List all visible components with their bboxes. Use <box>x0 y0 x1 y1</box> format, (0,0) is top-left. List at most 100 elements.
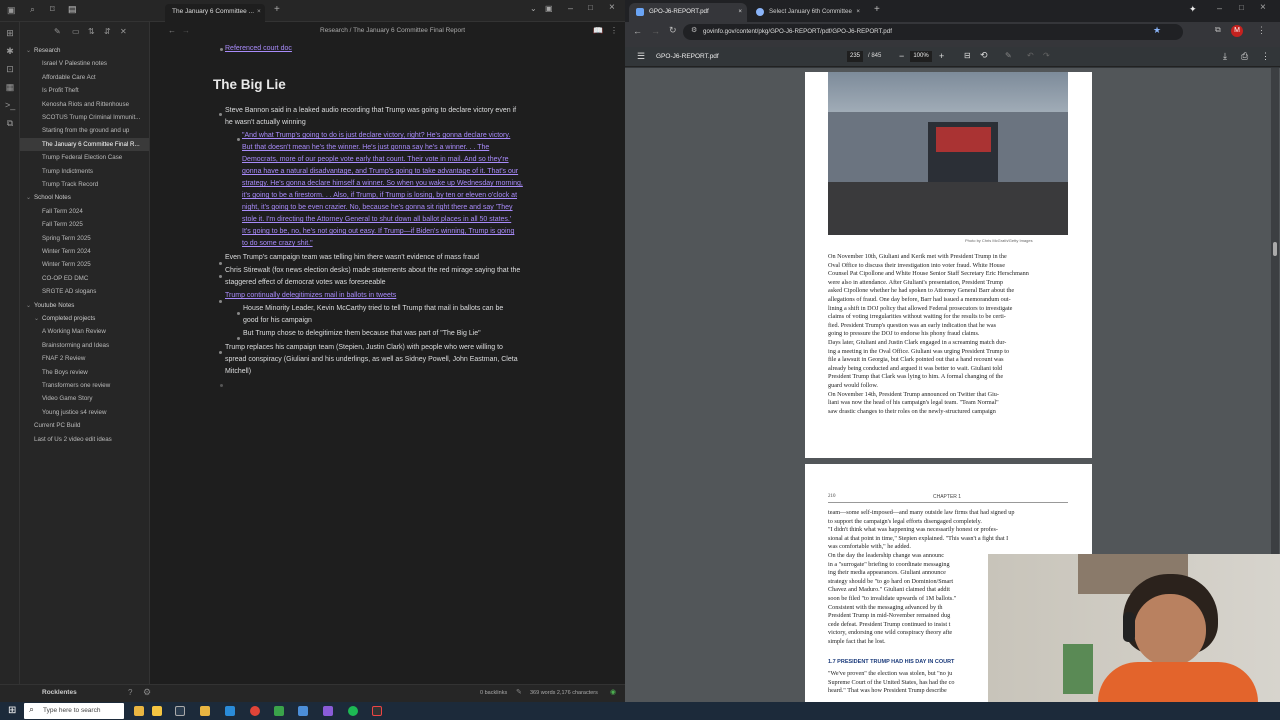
daily-note-icon[interactable]: ▦ <box>5 82 15 92</box>
file-item[interactable]: Winter Term 2024 <box>20 245 149 258</box>
file-item[interactable]: Fall Term 2025 <box>20 218 149 231</box>
new-tab-icon[interactable]: + <box>874 4 880 15</box>
forward-arrow-icon[interactable]: → <box>182 26 190 35</box>
bookmark-star-icon[interactable]: ★ <box>1153 25 1161 36</box>
page-number-input[interactable]: 235 <box>847 51 863 62</box>
rotate-icon[interactable]: ⟲ <box>980 50 988 61</box>
zoom-out-icon[interactable]: − <box>899 51 904 61</box>
settings-gear-icon[interactable]: ⚙ <box>143 687 151 698</box>
sidebar-right-icon[interactable]: ▣ <box>545 4 553 13</box>
chevron-down-icon[interactable]: ⌄ <box>26 45 34 57</box>
tab-list-icon[interactable]: ⌄ <box>530 4 537 13</box>
widgets-icon[interactable] <box>134 706 144 716</box>
quote-line[interactable]: gonna have a natural disadvantage, and T… <box>242 166 518 178</box>
back-icon[interactable]: ← <box>633 26 642 36</box>
file-item[interactable]: Transformers one review <box>20 379 149 392</box>
chevron-down-icon[interactable]: ⌄ <box>26 300 34 312</box>
annotate-icon[interactable]: ✎ <box>1005 51 1012 60</box>
pdf-menu-icon[interactable]: ☰ <box>637 51 645 62</box>
back-arrow-icon[interactable]: ← <box>168 26 176 35</box>
more-options-icon[interactable]: ⋮ <box>610 26 618 35</box>
more-actions-icon[interactable]: ⋮ <box>1261 51 1270 62</box>
folder-item[interactable]: ⌄ School Notes <box>20 191 149 204</box>
file-item[interactable]: Starting from the ground and up <box>20 124 149 137</box>
layout-icon[interactable]: ▤ <box>68 4 77 15</box>
download-icon[interactable]: ⤓ <box>1223 51 1227 62</box>
bookmark-icon[interactable]: ⌑ <box>50 4 55 15</box>
fit-page-icon[interactable]: ⊟ <box>964 51 971 60</box>
file-item[interactable]: Young justice s4 review <box>20 406 149 419</box>
quote-line[interactable]: night, it's going to be even crazier. No… <box>242 202 513 214</box>
close-tab-icon[interactable]: × <box>257 4 261 20</box>
app-blue-icon[interactable] <box>298 706 308 716</box>
site-info-icon[interactable]: ⚙ <box>691 26 697 34</box>
folder-item[interactable]: ⌄ Research <box>20 44 149 57</box>
canvas-icon[interactable]: ⊡ <box>5 64 15 74</box>
file-item[interactable]: The Boys review <box>20 366 149 379</box>
quote-line[interactable]: it's going to be a firestorm. . . Also, … <box>242 190 517 202</box>
chevron-down-icon[interactable]: ⌄ <box>34 313 42 325</box>
open-quick-switcher-icon[interactable]: ⊞ <box>5 28 15 38</box>
url-text[interactable]: govinfo.gov/content/pkg/GPO-J6-REPORT/pd… <box>703 28 892 35</box>
forward-icon[interactable]: → <box>651 26 660 36</box>
file-item[interactable]: Kenosha Riots and Rittenhouse <box>20 98 149 111</box>
new-folder-icon[interactable]: ▭ <box>72 27 80 36</box>
close-all-icon[interactable]: ✕ <box>120 27 127 36</box>
file-item[interactable]: Winter Term 2025 <box>20 258 149 271</box>
new-tab-icon[interactable]: + <box>274 4 280 15</box>
command-palette-icon[interactable]: >_ <box>5 100 15 110</box>
quote-line[interactable]: But that doesn't mean he's the winner. H… <box>242 142 489 154</box>
app-green-icon[interactable] <box>274 706 284 716</box>
new-note-icon[interactable]: ✎ <box>54 27 61 36</box>
tab-january-6[interactable]: The January 6 Committee ... × <box>165 4 265 22</box>
tab-search-icon[interactable]: ✦ <box>1189 4 1197 15</box>
file-explorer-icon[interactable] <box>152 706 162 716</box>
minimize-icon[interactable]: – <box>568 3 573 13</box>
file-item[interactable]: FNAF 2 Review <box>20 352 149 365</box>
file-item[interactable]: SCOTUS Trump Criminal Immunit... <box>20 111 149 124</box>
file-item[interactable]: Last of Us 2 video edit ideas <box>20 433 149 446</box>
tab-gpo-report[interactable]: GPO-J6-REPORT.pdf × <box>629 3 747 22</box>
file-item[interactable]: Video Game Story <box>20 392 149 405</box>
sync-status-icon[interactable]: ◉ <box>610 688 616 696</box>
redo-icon[interactable]: ↷ <box>1043 51 1050 60</box>
print-icon[interactable]: ⎙ <box>1241 51 1248 62</box>
pdf-scroll-thumb[interactable] <box>1273 242 1277 256</box>
reload-icon[interactable]: ↻ <box>669 25 677 36</box>
court-doc-link[interactable]: Referenced court doc <box>225 43 292 55</box>
close-tab-icon[interactable]: × <box>738 3 742 20</box>
undo-icon[interactable]: ↶ <box>1027 51 1034 60</box>
quote-line[interactable]: stole it. I'm directing the Attorney Gen… <box>242 214 511 226</box>
quote-line[interactable]: "And what Trump's going to do is just de… <box>242 130 510 142</box>
file-item[interactable]: The January 6 Committee Final R... <box>20 137 149 151</box>
file-item[interactable]: SRGTE AD slogans <box>20 285 149 298</box>
file-item[interactable]: A Working Man Review <box>20 325 149 338</box>
sidebar-toggle-icon[interactable]: ▣ <box>7 5 16 16</box>
task-view-icon[interactable] <box>175 706 185 716</box>
zoom-in-icon[interactable]: + <box>939 51 944 61</box>
profile-avatar[interactable]: M <box>1231 25 1243 37</box>
close-window-icon[interactable]: × <box>609 2 615 13</box>
close-window-icon[interactable]: × <box>1260 2 1266 13</box>
file-item[interactable]: Trump Track Record <box>20 178 149 191</box>
mail-ballots-link[interactable]: Trump continually delegitimizes mail in … <box>225 290 396 302</box>
quote-line[interactable]: strategy. He's gonna declare himself a w… <box>242 178 523 190</box>
help-icon[interactable]: ? <box>128 688 132 697</box>
close-tab-icon[interactable]: × <box>854 3 862 20</box>
file-item[interactable]: Trump Indictments <box>20 165 149 178</box>
file-item[interactable]: Brainstorming and Ideas <box>20 339 149 352</box>
maximize-icon[interactable]: □ <box>1239 3 1244 12</box>
obs-studio-icon[interactable] <box>372 706 382 716</box>
file-item[interactable]: CO-OP ED DMC <box>20 272 149 285</box>
file-item[interactable]: Is Profit Theft <box>20 84 149 97</box>
templates-icon[interactable]: ⧉ <box>5 118 15 128</box>
folder-icon[interactable] <box>200 706 210 716</box>
backlinks-count[interactable]: 0 backlinks <box>480 690 507 696</box>
sort-icon[interactable]: ⇅ <box>88 27 95 36</box>
folder-item[interactable]: ⌄ Youtube Notes <box>20 299 149 312</box>
file-item[interactable]: Affordable Care Act <box>20 71 149 84</box>
file-item[interactable]: Israel V Palestine notes <box>20 57 149 70</box>
taskbar-search[interactable]: ⌕ Type here to search <box>24 703 124 719</box>
obsidian-taskbar-icon[interactable] <box>323 706 333 716</box>
chrome-menu-icon[interactable]: ⋮ <box>1257 25 1266 36</box>
